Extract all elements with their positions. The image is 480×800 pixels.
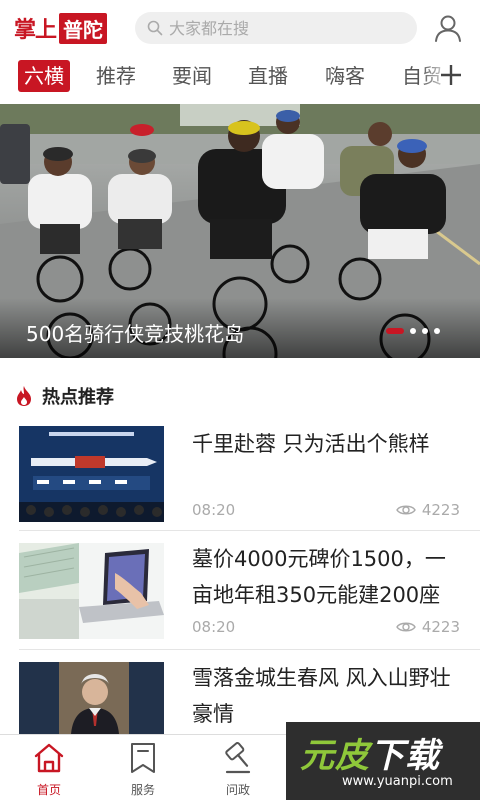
news-divider <box>19 649 480 650</box>
nav-home[interactable]: 首页 <box>14 741 84 798</box>
headline-carousel[interactable]: 500名骑行侠竞技桃花岛 <box>0 104 480 358</box>
eye-icon <box>395 505 416 515</box>
logo-text-primary: 掌上 <box>14 17 57 43</box>
section-title: 热点推荐 <box>42 387 114 408</box>
nav-inquiry[interactable]: 问政 <box>203 741 273 798</box>
news-title[interactable]: 千里赴蓉 只为活出个熊样 <box>192 426 464 462</box>
news-item[interactable]: 千里赴蓉 只为活出个熊样 08:20 4223 <box>0 424 480 530</box>
nav-label: 问政 <box>225 783 250 797</box>
carousel-indicator <box>386 328 440 334</box>
search-input[interactable] <box>169 18 399 38</box>
news-views: 4223 <box>395 618 460 636</box>
news-view-count: 4223 <box>421 618 460 636</box>
eye-icon <box>395 622 416 632</box>
search-bar[interactable] <box>135 12 417 44</box>
bookmark-icon <box>131 743 155 773</box>
news-item[interactable]: 墓价4000元碑价1500，一亩地年租350元能建200座 08:20 4223 <box>0 541 480 647</box>
tab-recommend[interactable]: 推荐 <box>96 60 136 92</box>
carousel-dot[interactable] <box>422 328 428 334</box>
search-icon <box>147 20 163 36</box>
news-thumbnail <box>19 662 164 734</box>
tab-hike[interactable]: 嗨客 <box>325 60 365 92</box>
app-logo[interactable]: 掌上 普陀 <box>14 12 108 44</box>
news-time: 08:20 <box>192 618 236 636</box>
hot-recommend-header: 热点推荐 <box>16 383 114 409</box>
news-title[interactable]: 墓价4000元碑价1500，一亩地年租350元能建200座 <box>192 541 464 613</box>
news-thumbnail <box>19 426 164 522</box>
app-header: 掌上 普陀 <box>0 0 480 56</box>
carousel-dot[interactable] <box>434 328 440 334</box>
watermark-url: www.yuanpi.com <box>342 774 453 789</box>
add-channel-icon[interactable] <box>439 63 463 87</box>
flame-icon <box>17 386 31 406</box>
gavel-icon <box>225 742 251 774</box>
banner-caption[interactable]: 500名骑行侠竞技桃花岛 <box>26 318 244 347</box>
tab-live[interactable]: 直播 <box>248 60 288 92</box>
channel-tabs: 六横 推荐 要闻 直播 嗨客 自贸 <box>0 56 480 96</box>
news-view-count: 4223 <box>421 501 460 519</box>
news-views: 4223 <box>395 501 460 519</box>
site-watermark: 元皮下载 www.yuanpi.com <box>286 722 480 800</box>
news-time: 08:20 <box>192 501 236 519</box>
carousel-dot[interactable] <box>410 328 416 334</box>
nav-label: 首页 <box>36 783 61 797</box>
home-icon <box>34 743 64 773</box>
nav-label: 服务 <box>130 783 155 797</box>
carousel-dot-active[interactable] <box>386 328 404 334</box>
watermark-logo-text: 元皮下载 <box>300 736 440 776</box>
tab-headlines[interactable]: 要闻 <box>172 60 212 92</box>
news-divider <box>19 530 480 531</box>
tab-liuheng[interactable]: 六横 <box>18 60 70 92</box>
news-thumbnail <box>19 543 164 639</box>
user-profile-icon[interactable] <box>432 12 464 44</box>
logo-text-badge: 普陀 <box>59 12 108 44</box>
nav-service[interactable]: 服务 <box>108 741 178 798</box>
